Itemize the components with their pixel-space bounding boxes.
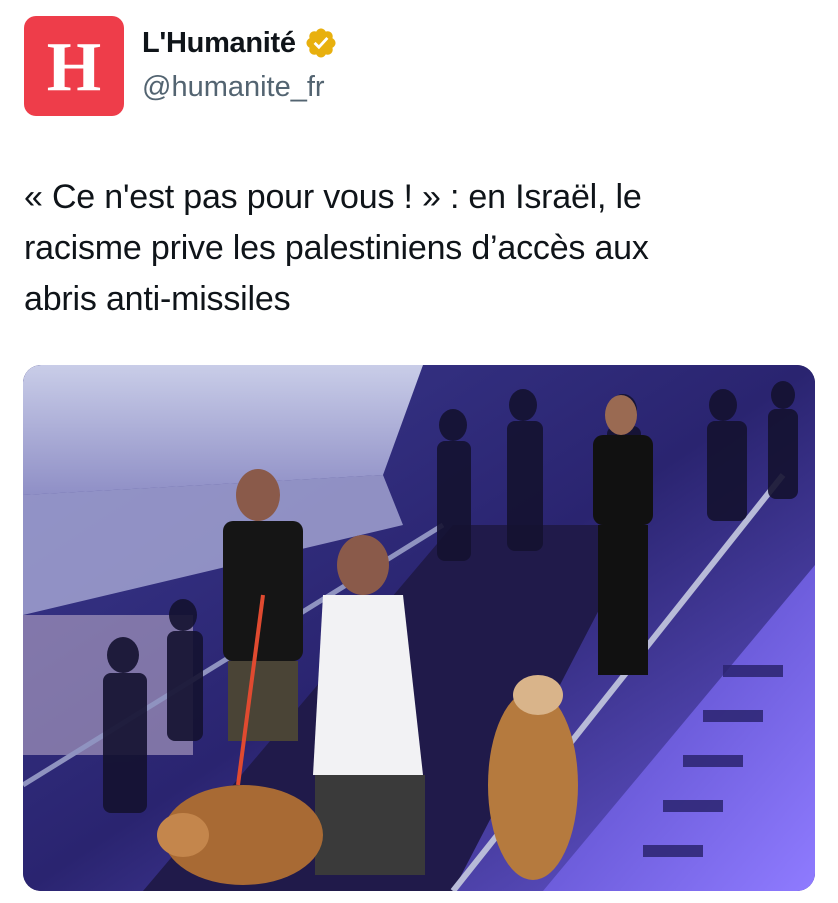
tweet-text-line: abris anti-missiles [24, 280, 291, 318]
woman-in-black [593, 395, 653, 675]
tweet-photo[interactable] [23, 365, 815, 891]
tweet-text-line: « Ce n'est pas pour vous ! » : en Israël… [24, 178, 642, 216]
avatar[interactable]: H [24, 16, 124, 116]
tweet-header: H L'Humanité @humanite_fr [24, 16, 814, 116]
verified-badge-icon [306, 28, 336, 58]
tweet-text: « Ce n'est pas pour vous ! » : en Israël… [24, 172, 814, 325]
author-handle[interactable]: @humanite_fr [142, 71, 325, 104]
ceiling [23, 365, 423, 495]
author-display-name[interactable]: L'Humanité [142, 27, 296, 60]
tweet-text-line: racisme prive les palestiniens d’accès a… [24, 229, 649, 267]
avatar-letter: H [46, 29, 102, 106]
photo-illustration [23, 365, 815, 891]
author-name-row: L'Humanité [142, 26, 338, 60]
